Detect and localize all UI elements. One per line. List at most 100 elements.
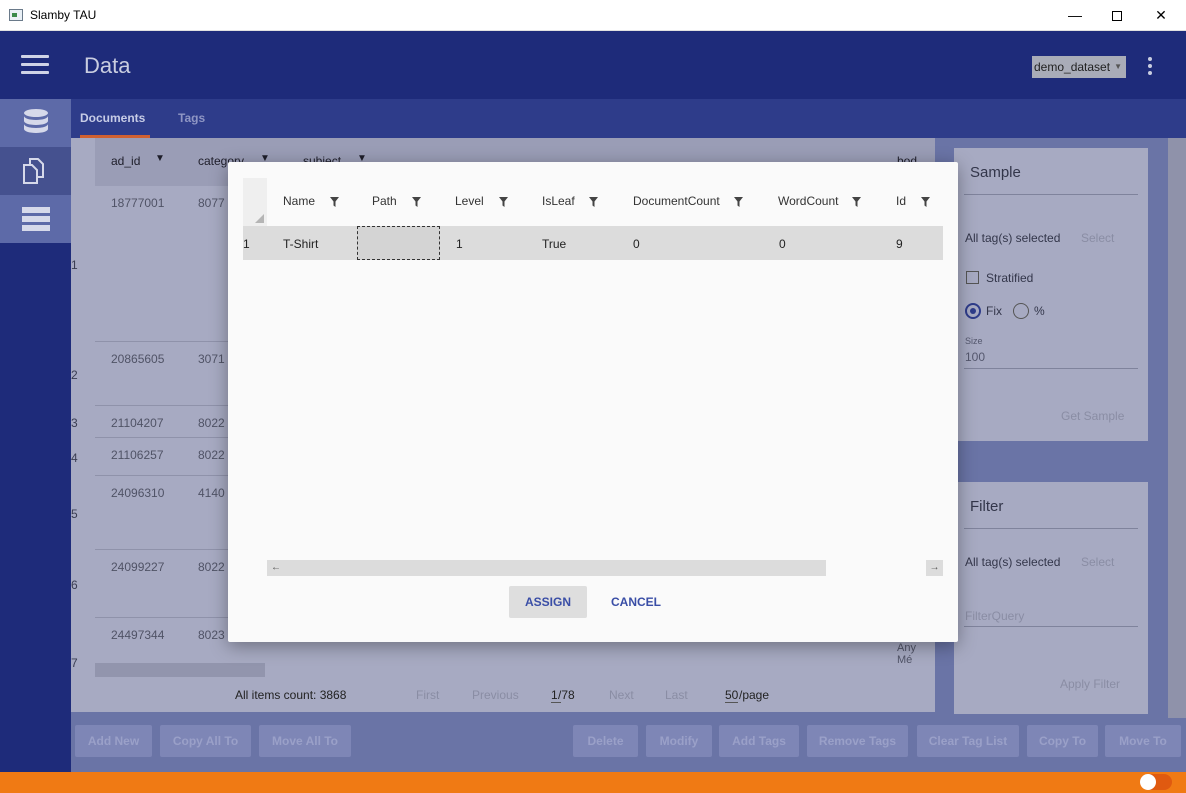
- copy-to-button[interactable]: Copy To: [1027, 725, 1098, 757]
- previous-page-button[interactable]: Previous: [472, 688, 519, 702]
- documents-horizontal-scrollbar[interactable]: [95, 663, 265, 677]
- divider: [964, 528, 1138, 529]
- column-header-documentcount[interactable]: DocumentCount: [633, 194, 720, 208]
- menu-icon[interactable]: [21, 55, 49, 75]
- column-header-name[interactable]: Name: [283, 194, 315, 208]
- cell-documentcount: 0: [633, 237, 640, 251]
- cell-category: 8022: [198, 416, 225, 430]
- add-new-button[interactable]: Add New: [75, 725, 152, 757]
- cell-category: 8077: [198, 196, 225, 210]
- filter-icon[interactable]: [589, 197, 598, 207]
- chevron-down-icon: ▼: [1114, 62, 1122, 71]
- mode-toggle[interactable]: [1140, 774, 1172, 790]
- dataset-select-value: demo_dataset: [1034, 60, 1111, 74]
- column-header-level[interactable]: Level: [455, 194, 484, 208]
- assign-button[interactable]: ASSIGN: [509, 586, 587, 618]
- row-number: 1: [71, 258, 78, 272]
- filter-query-input[interactable]: FilterQuery: [965, 609, 1024, 623]
- nav-services[interactable]: [0, 195, 71, 243]
- sample-title: Sample: [970, 164, 1021, 181]
- column-header-ad-id[interactable]: ad_id: [111, 154, 140, 168]
- row-number: 3: [71, 416, 78, 430]
- cell-body-peek: Any Mé: [897, 642, 916, 666]
- close-button[interactable]: ✕: [1138, 0, 1184, 31]
- filter-select-button[interactable]: Select: [1081, 555, 1114, 569]
- row-number: 5: [71, 507, 78, 521]
- cell-ad-id: 21106257: [111, 448, 164, 462]
- filter-icon[interactable]: [499, 197, 508, 207]
- last-page-button[interactable]: Last: [665, 688, 688, 702]
- scroll-right-arrow-icon[interactable]: →: [926, 560, 943, 576]
- cell-ad-id: 20865605: [111, 352, 165, 366]
- toggle-knob: [1140, 774, 1156, 790]
- size-input[interactable]: 100: [965, 350, 985, 364]
- row-number: 1: [243, 237, 250, 251]
- cancel-button[interactable]: CANCEL: [602, 586, 670, 618]
- cell-ad-id: 21104207: [111, 416, 164, 430]
- page-title: Data: [84, 53, 131, 78]
- filter-icon[interactable]: [330, 197, 339, 207]
- filter-icon[interactable]: [734, 197, 743, 207]
- maximize-button[interactable]: [1094, 0, 1140, 31]
- modify-button[interactable]: Modify: [646, 725, 712, 757]
- window-titlebar: Slamby TAU — ✕: [0, 0, 1186, 31]
- cell-ad-id: 24099227: [111, 560, 165, 574]
- remove-tags-button[interactable]: Remove Tags: [807, 725, 908, 757]
- assign-tags-dialog: Name Path Level IsLeaf DocumentCount Wor…: [228, 162, 958, 642]
- copy-documents-icon: [22, 158, 44, 184]
- first-page-button[interactable]: First: [416, 688, 439, 702]
- sample-panel: Sample All tag(s) selected Select Strati…: [954, 148, 1148, 441]
- minimize-button[interactable]: —: [1052, 0, 1098, 31]
- tab-tags[interactable]: Tags: [178, 99, 205, 138]
- fix-radio[interactable]: [965, 303, 981, 319]
- more-options-icon[interactable]: [1148, 57, 1156, 77]
- filter-icon[interactable]: [852, 197, 861, 207]
- add-tags-button[interactable]: Add Tags: [719, 725, 799, 757]
- nav-data[interactable]: [0, 99, 71, 147]
- cell-ad-id: 18777001: [111, 196, 165, 210]
- clear-tag-list-button[interactable]: Clear Tag List: [917, 725, 1019, 757]
- cell-category: 8022: [198, 448, 225, 462]
- column-header-path[interactable]: Path: [372, 194, 397, 208]
- cell-category: 3071: [198, 352, 225, 366]
- pagination-bar: All items count: 3868 First Previous 1 /…: [71, 678, 935, 712]
- cell-isleaf: True: [542, 237, 567, 251]
- window-title: Slamby TAU: [30, 8, 97, 22]
- cell-category: 4140: [198, 486, 225, 500]
- app-icon: [9, 9, 23, 21]
- column-header-id[interactable]: Id: [896, 194, 906, 208]
- nav-documents[interactable]: [0, 147, 71, 195]
- items-count: All items count: 3868: [235, 688, 347, 702]
- table-row[interactable]: [243, 226, 943, 260]
- selected-path-cell[interactable]: [357, 226, 440, 260]
- sample-tags-selected: All tag(s) selected: [965, 231, 1061, 245]
- dataset-select[interactable]: demo_dataset ▼: [1032, 56, 1126, 78]
- cell-name: T-Shirt: [283, 237, 319, 251]
- delete-button[interactable]: Delete: [573, 725, 638, 757]
- next-page-button[interactable]: Next: [609, 688, 634, 702]
- column-header-wordcount[interactable]: WordCount: [778, 194, 838, 208]
- horizontal-scrollbar[interactable]: ←: [267, 560, 826, 576]
- select-all-corner[interactable]: [243, 178, 267, 226]
- filter-icon[interactable]: [412, 197, 421, 207]
- status-bar: [0, 772, 1186, 793]
- filter-icon[interactable]: ▼: [155, 153, 165, 164]
- side-vertical-scrollbar[interactable]: [1168, 138, 1186, 718]
- row-number: 2: [71, 368, 78, 382]
- stratified-checkbox[interactable]: [966, 271, 979, 284]
- filter-icon[interactable]: [921, 197, 930, 207]
- tab-documents[interactable]: Documents: [80, 99, 150, 138]
- column-header-isleaf[interactable]: IsLeaf: [542, 194, 575, 208]
- cell-id: 9: [896, 237, 903, 251]
- apply-filter-button[interactable]: Apply Filter: [1060, 677, 1120, 691]
- page-size-input[interactable]: 50: [725, 688, 739, 703]
- move-to-button[interactable]: Move To: [1105, 725, 1181, 757]
- move-all-to-button[interactable]: Move All To: [259, 725, 351, 757]
- copy-all-to-button[interactable]: Copy All To: [160, 725, 251, 757]
- percent-radio[interactable]: [1013, 303, 1029, 319]
- scroll-left-arrow-icon[interactable]: ←: [271, 560, 281, 576]
- sample-select-button[interactable]: Select: [1081, 231, 1114, 245]
- cell-category: 8022: [198, 560, 225, 574]
- row-number: 7: [71, 656, 78, 670]
- get-sample-button[interactable]: Get Sample: [1061, 409, 1124, 423]
